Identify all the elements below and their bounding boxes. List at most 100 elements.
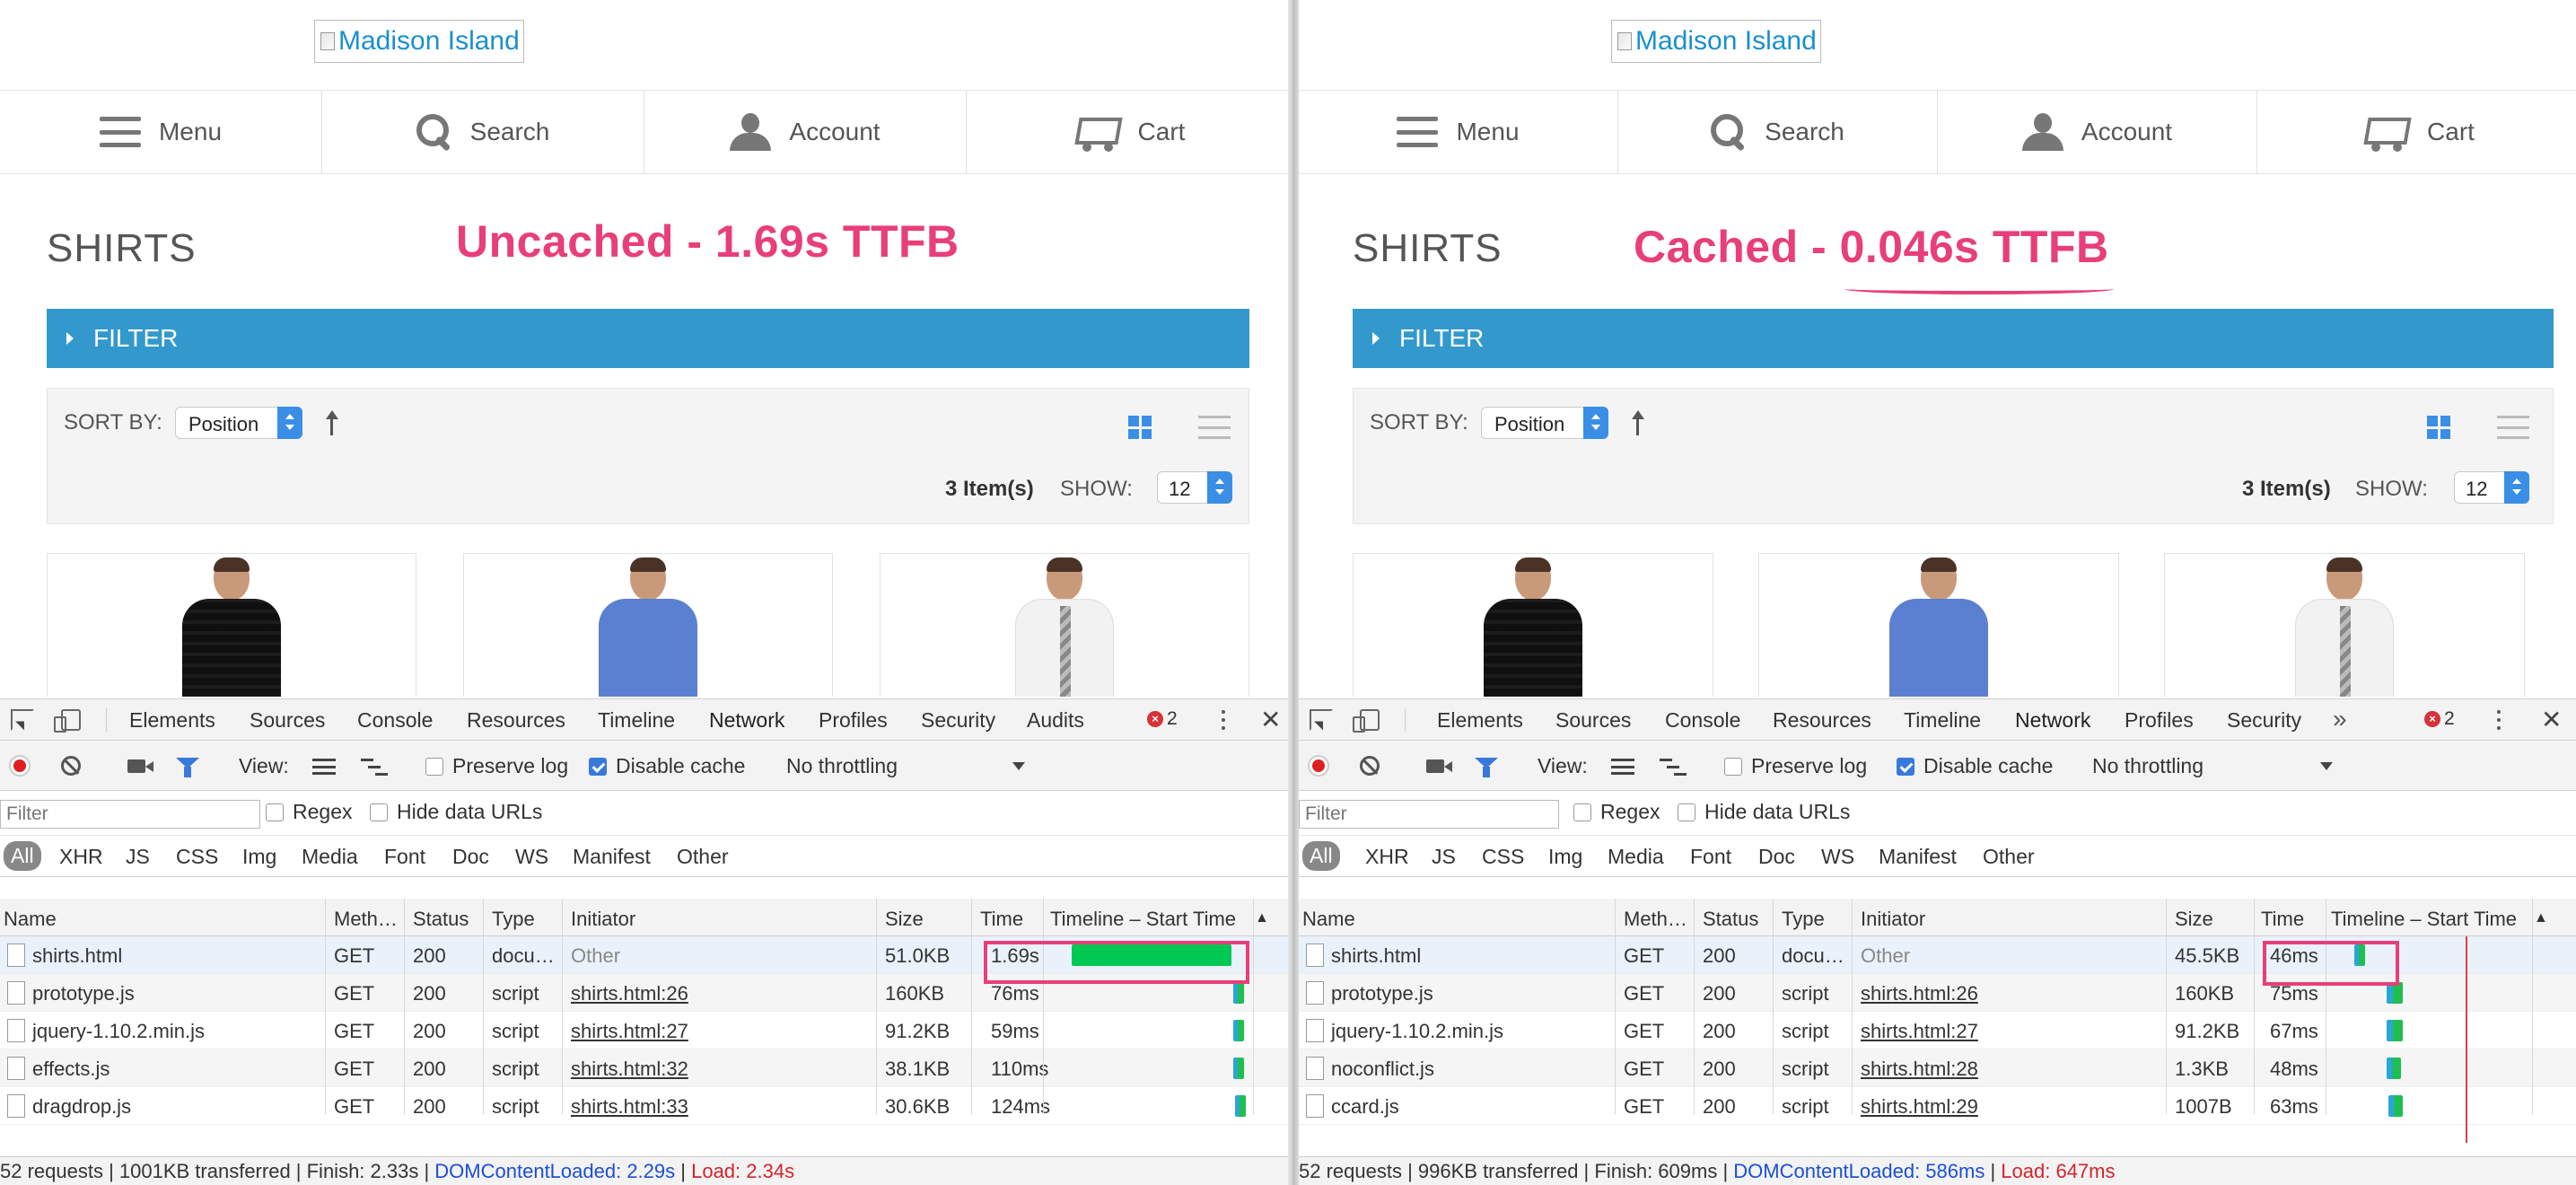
- grid-view-icon[interactable]: [2427, 416, 2450, 439]
- nav-menu[interactable]: Menu: [1299, 91, 1618, 173]
- close-devtools-button[interactable]: ✕: [1260, 705, 1281, 734]
- cell-initiator[interactable]: shirts.html:28: [1861, 1058, 1978, 1081]
- col-timeline[interactable]: Timeline – Start Time: [2331, 908, 2517, 931]
- filter-icon[interactable]: [176, 758, 199, 777]
- col-status[interactable]: Status: [413, 908, 469, 931]
- large-rows-icon[interactable]: [312, 759, 336, 775]
- error-counter[interactable]: × 2: [1147, 708, 1178, 730]
- col-name[interactable]: Name: [1302, 908, 1355, 931]
- cell-initiator[interactable]: shirts.html:26: [571, 982, 688, 1005]
- type-filter-other[interactable]: Other: [677, 845, 729, 869]
- clear-icon[interactable]: [1360, 756, 1380, 776]
- table-row[interactable]: noconflict.js GET 200 script shirts.html:28 1…: [1299, 1049, 2576, 1087]
- type-filter-ws[interactable]: WS: [515, 845, 548, 869]
- type-filter-css[interactable]: CSS: [1482, 845, 1524, 869]
- col-initiator[interactable]: Initiator: [571, 908, 635, 931]
- type-filter-doc[interactable]: Doc: [1758, 845, 1795, 869]
- preserve-log-checkbox[interactable]: [1724, 758, 1742, 776]
- tab-elements[interactable]: Elements: [1437, 708, 1523, 733]
- type-filter-xhr[interactable]: XHR: [59, 845, 103, 869]
- tab-resources[interactable]: Resources: [467, 708, 565, 733]
- more-tabs-button[interactable]: »: [2333, 705, 2347, 733]
- error-counter[interactable]: × 2: [2424, 708, 2455, 730]
- tab-console[interactable]: Console: [1665, 708, 1740, 733]
- record-icon[interactable]: [9, 755, 31, 777]
- device-mode-icon[interactable]: [1353, 709, 1380, 733]
- tab-timeline[interactable]: Timeline: [1904, 708, 1981, 733]
- type-filter-manifest[interactable]: Manifest: [573, 845, 651, 869]
- type-filter-manifest[interactable]: Manifest: [1879, 845, 1957, 869]
- tab-resources[interactable]: Resources: [1773, 708, 1871, 733]
- tab-timeline[interactable]: Timeline: [598, 708, 675, 733]
- overview-icon[interactable]: [361, 759, 388, 777]
- type-filter-img[interactable]: Img: [1548, 845, 1582, 869]
- site-logo[interactable]: Madison Island: [314, 20, 524, 63]
- product-card[interactable]: [463, 553, 833, 697]
- table-row[interactable]: jquery-1.10.2.min.js GET 200 script shirts.h…: [0, 1012, 1288, 1049]
- col-time[interactable]: Time: [2261, 908, 2304, 931]
- cell-initiator[interactable]: shirts.html:27: [1861, 1020, 1978, 1043]
- nav-menu[interactable]: Menu: [0, 91, 322, 173]
- regex-checkbox[interactable]: [266, 803, 284, 821]
- inspect-icon[interactable]: [11, 709, 34, 731]
- show-select[interactable]: 12: [2454, 471, 2529, 504]
- more-options-icon[interactable]: [1221, 710, 1226, 730]
- col-type[interactable]: Type: [492, 908, 535, 931]
- tab-console[interactable]: Console: [357, 708, 433, 733]
- list-view-icon[interactable]: [2497, 416, 2529, 439]
- type-filter-ws[interactable]: WS: [1821, 845, 1854, 869]
- inspect-icon[interactable]: [1310, 709, 1333, 731]
- col-timeline[interactable]: Timeline – Start Time: [1050, 908, 1236, 931]
- cell-initiator[interactable]: shirts.html:27: [571, 1020, 688, 1043]
- col-size[interactable]: Size: [885, 908, 924, 931]
- type-filter-media[interactable]: Media: [1608, 845, 1664, 869]
- sort-select[interactable]: Position: [175, 407, 302, 439]
- throttling-select[interactable]: No throttling: [2092, 754, 2204, 778]
- type-filter-font[interactable]: Font: [1690, 845, 1731, 869]
- type-filter-font[interactable]: Font: [384, 845, 425, 869]
- type-filter-all[interactable]: All: [1302, 841, 1340, 871]
- clear-icon[interactable]: [61, 756, 81, 776]
- col-type[interactable]: Type: [1782, 908, 1825, 931]
- tab-security[interactable]: Security: [921, 708, 995, 733]
- site-logo[interactable]: Madison Island: [1611, 20, 1821, 63]
- capture-screenshots-icon[interactable]: [1426, 759, 1452, 773]
- product-card[interactable]: [880, 553, 1249, 697]
- type-filter-doc[interactable]: Doc: [452, 845, 489, 869]
- sort-direction-icon[interactable]: [1632, 410, 1644, 435]
- product-card[interactable]: [1758, 553, 2119, 697]
- col-method[interactable]: Meth…: [1624, 908, 1687, 931]
- table-row[interactable]: effects.js GET 200 script shirts.html:32 38.1…: [0, 1049, 1288, 1087]
- type-filter-all[interactable]: All: [4, 841, 41, 871]
- filter-toggle[interactable]: FILTER: [1353, 309, 2554, 368]
- nav-account[interactable]: Account: [644, 91, 967, 173]
- type-filter-js[interactable]: JS: [126, 845, 150, 869]
- type-filter-css[interactable]: CSS: [176, 845, 218, 869]
- tab-network[interactable]: Network: [2009, 708, 2097, 743]
- type-filter-media[interactable]: Media: [302, 845, 358, 869]
- cell-initiator[interactable]: shirts.html:29: [1861, 1095, 1978, 1119]
- tab-audits[interactable]: Audits: [1027, 708, 1084, 733]
- device-mode-icon[interactable]: [54, 709, 81, 733]
- list-view-icon[interactable]: [1198, 416, 1231, 439]
- type-filter-js[interactable]: JS: [1432, 845, 1456, 869]
- tab-sources[interactable]: Sources: [250, 708, 325, 733]
- product-card[interactable]: [1353, 553, 1713, 697]
- preserve-log-checkbox[interactable]: [425, 758, 443, 776]
- nav-search[interactable]: Search: [1618, 91, 1938, 173]
- table-row[interactable]: dragdrop.js GET 200 script shirts.html:33 30.…: [0, 1087, 1288, 1125]
- type-filter-xhr[interactable]: XHR: [1365, 845, 1409, 869]
- tab-sources[interactable]: Sources: [1555, 708, 1631, 733]
- close-devtools-button[interactable]: ✕: [2541, 705, 2562, 734]
- sort-select[interactable]: Position: [1481, 407, 1608, 439]
- regex-checkbox[interactable]: [1573, 803, 1591, 821]
- nav-cart[interactable]: Cart: [967, 91, 1288, 173]
- col-time[interactable]: Time: [980, 908, 1023, 931]
- filter-input[interactable]: [1299, 800, 1559, 829]
- nav-account[interactable]: Account: [1938, 91, 2257, 173]
- throttling-select[interactable]: No throttling: [786, 754, 898, 778]
- hide-data-urls-checkbox[interactable]: [1678, 803, 1695, 821]
- more-options-icon[interactable]: [2496, 710, 2502, 730]
- tab-security[interactable]: Security: [2227, 708, 2301, 733]
- product-card[interactable]: [2164, 553, 2525, 697]
